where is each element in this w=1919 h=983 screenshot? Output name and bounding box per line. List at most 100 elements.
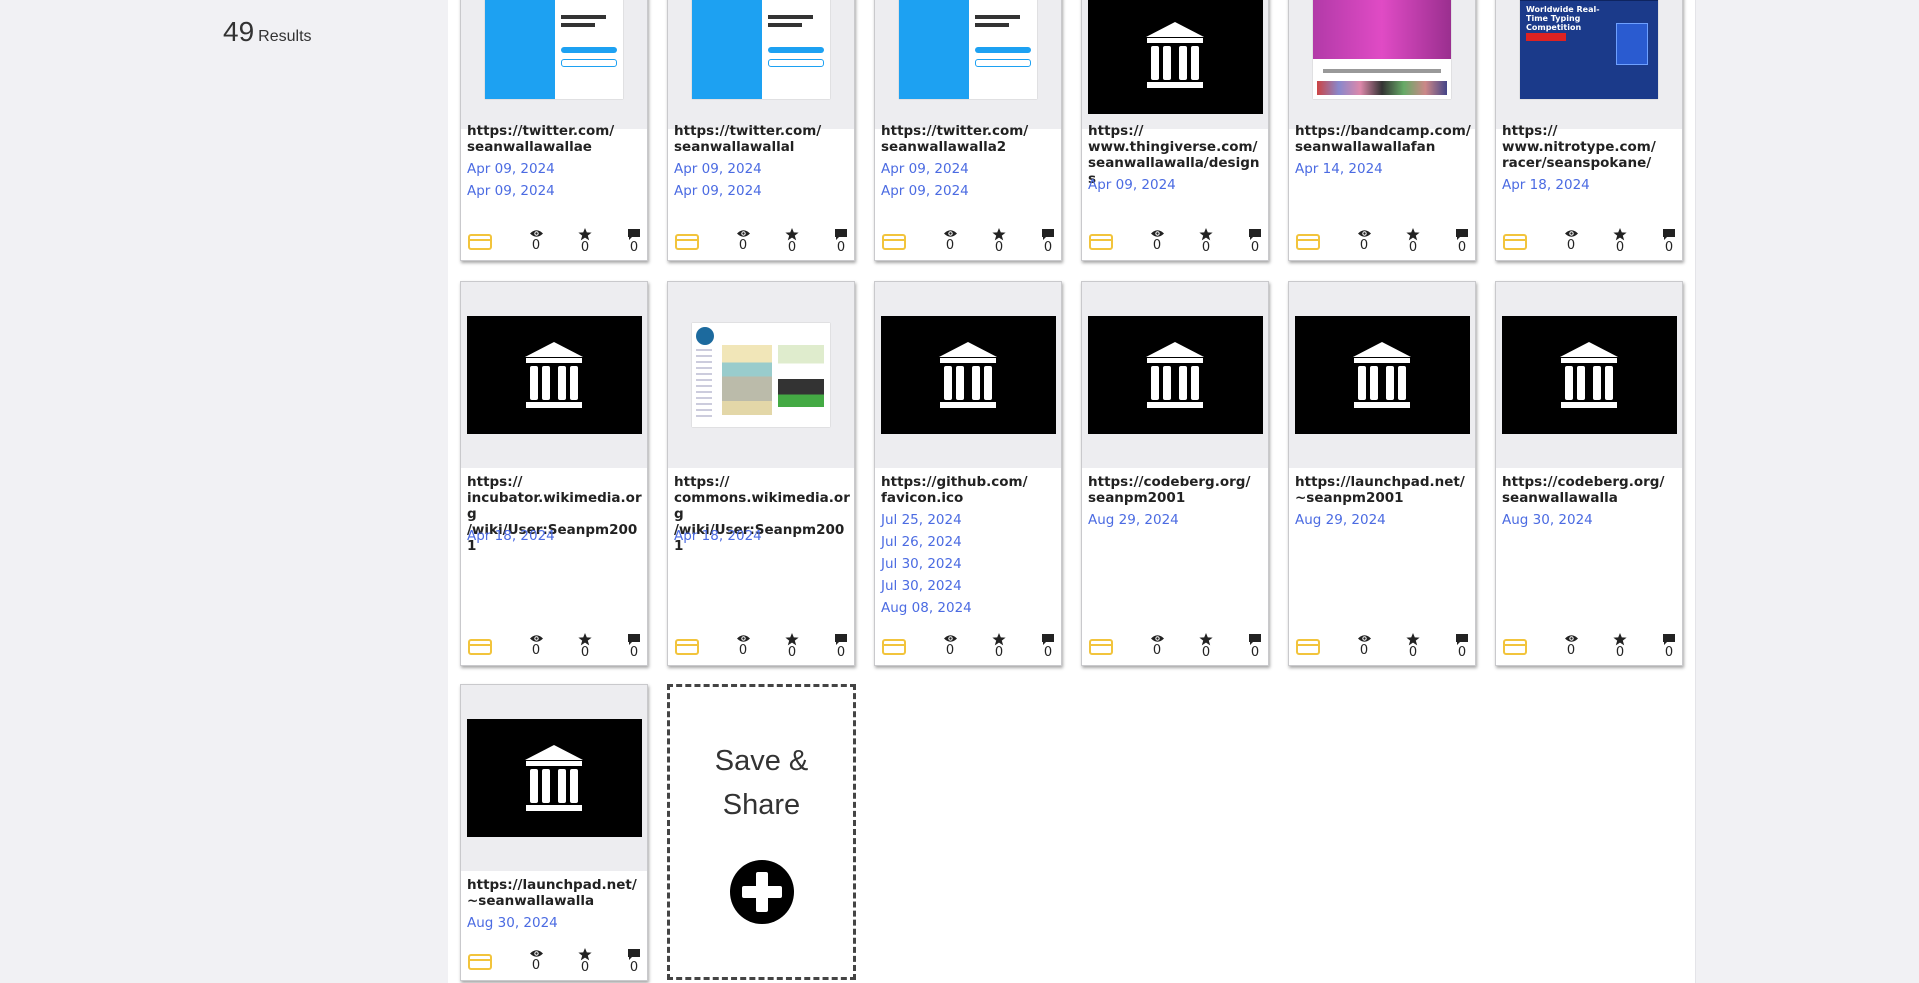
result-card[interactable]: https://www.thingiverse.com/seanwallawal… [1081, 0, 1269, 261]
card-thumbnail[interactable] [1082, 282, 1268, 468]
capture-date-link[interactable]: Apr 09, 2024 [881, 158, 1057, 180]
result-card[interactable]: Worldwide Real-Time Typing Competition h… [1495, 0, 1683, 261]
result-card[interactable]: https://twitter.com/seanwallawalla2 Apr 0… [874, 0, 1062, 261]
result-card[interactable]: https://twitter.com/seanwallawallae Apr 0… [460, 0, 648, 261]
views-stat: 0 [935, 228, 965, 253]
views-stat: 0 [521, 633, 551, 658]
capture-date-link[interactable]: Aug 30, 2024 [467, 912, 643, 934]
card-url[interactable]: https://launchpad.net/~seanwallawalla [467, 877, 643, 909]
capture-date-link[interactable]: Apr 18, 2024 [674, 525, 850, 547]
comments-count: 0 [629, 960, 639, 975]
stars-stat: 0 [1398, 228, 1428, 255]
views-stat: 0 [1556, 633, 1586, 658]
result-card[interactable]: https://bandcamp.com/seanwallawallafan Ap… [1288, 0, 1476, 261]
comments-stat: 0 [1033, 228, 1061, 255]
folder-icon[interactable] [468, 954, 492, 974]
stars-stat: 0 [570, 633, 600, 660]
card-thumbnail[interactable]: Worldwide Real-Time Typing Competition [1496, 0, 1682, 129]
capture-date-link[interactable]: Jul 30, 2024 [881, 553, 1057, 575]
folder-icon[interactable] [882, 639, 906, 659]
card-url[interactable]: https://codeberg.org/seanpm2001 [1088, 474, 1264, 506]
twitter-screenshot [692, 0, 830, 99]
capture-date-link[interactable]: Apr 09, 2024 [674, 158, 850, 180]
folder-icon[interactable] [468, 639, 492, 659]
stars-count: 0 [994, 645, 1004, 660]
folder-icon[interactable] [1503, 639, 1527, 659]
capture-date-link[interactable]: Jul 26, 2024 [881, 531, 1057, 553]
card-thumbnail[interactable] [461, 685, 647, 871]
card-thumbnail[interactable] [1289, 0, 1475, 129]
capture-date-link[interactable]: Aug 29, 2024 [1295, 509, 1471, 531]
result-card[interactable]: https://commons.wikimedia.org/wiki/User:… [667, 281, 855, 666]
card-thumbnail[interactable] [668, 0, 854, 129]
comments-stat: 0 [1447, 228, 1475, 255]
folder-icon[interactable] [1296, 639, 1320, 659]
folder-icon[interactable] [1296, 234, 1320, 254]
capture-date-link[interactable]: Apr 09, 2024 [1088, 174, 1264, 196]
capture-date-link[interactable]: Aug 08, 2024 [881, 597, 1057, 619]
card-thumbnail[interactable] [1082, 0, 1268, 129]
folder-icon[interactable] [1089, 234, 1113, 254]
views-count: 0 [1152, 238, 1162, 253]
folder-icon[interactable] [882, 234, 906, 254]
capture-date-link[interactable]: Apr 09, 2024 [881, 180, 1057, 202]
card-stats-bar: 0 0 0 [1289, 224, 1475, 260]
capture-date-link[interactable]: Apr 09, 2024 [674, 180, 850, 202]
result-card[interactable]: https://codeberg.org/seanpm2001 Aug 29, 2… [1081, 281, 1269, 666]
result-card[interactable]: https://github.com/favicon.ico Jul 25, 20… [874, 281, 1062, 666]
capture-date-link[interactable]: Apr 14, 2024 [1295, 158, 1471, 180]
views-stat: 0 [1556, 228, 1586, 253]
folder-icon[interactable] [1089, 639, 1113, 659]
card-url[interactable]: https://bandcamp.com/seanwallawallafan [1295, 123, 1471, 155]
stars-count: 0 [1201, 645, 1211, 660]
views-stat: 0 [728, 228, 758, 253]
card-thumbnail[interactable] [1496, 282, 1682, 468]
card-thumbnail[interactable] [875, 0, 1061, 129]
stars-count: 0 [787, 240, 797, 255]
capture-date-link[interactable]: Apr 18, 2024 [467, 525, 643, 547]
card-stats-bar: 0 0 0 [1496, 224, 1682, 260]
add-circle-icon[interactable] [729, 859, 795, 925]
stars-stat: 0 [570, 228, 600, 255]
folder-icon[interactable] [675, 234, 699, 254]
result-card[interactable]: https://incubator.wikimedia.org/wiki/Use… [460, 281, 648, 666]
card-url[interactable]: https://launchpad.net/~seanpm2001 [1295, 474, 1471, 506]
result-card[interactable]: https://twitter.com/seanwallawallal Apr 0… [667, 0, 855, 261]
card-url[interactable]: https://github.com/favicon.ico [881, 474, 1057, 506]
stars-count: 0 [580, 645, 590, 660]
card-url[interactable]: https://twitter.com/seanwallawallae [467, 123, 643, 155]
comments-count: 0 [1250, 645, 1260, 660]
stars-count: 0 [787, 645, 797, 660]
comments-stat: 0 [619, 948, 647, 975]
card-thumbnail[interactable] [875, 282, 1061, 468]
card-url[interactable]: https://codeberg.org/seanwallawalla [1502, 474, 1678, 506]
folder-icon[interactable] [468, 234, 492, 254]
result-card[interactable]: https://codeberg.org/seanwallawalla Aug 3… [1495, 281, 1683, 666]
card-url[interactable]: https://www.nitrotype.com/racer/seanspok… [1502, 123, 1678, 171]
capture-date-link[interactable]: Aug 30, 2024 [1502, 509, 1678, 531]
capture-date-link[interactable]: Aug 29, 2024 [1088, 509, 1264, 531]
folder-icon[interactable] [675, 639, 699, 659]
card-url[interactable]: https://twitter.com/seanwallawallal [674, 123, 850, 155]
capture-date-link[interactable]: Apr 09, 2024 [467, 158, 643, 180]
result-card[interactable]: https://launchpad.net/~seanpm2001 Aug 29,… [1288, 281, 1476, 666]
card-stats-bar: 0 0 0 [461, 944, 647, 980]
card-thumbnail[interactable] [461, 0, 647, 129]
card-thumbnail[interactable] [1289, 282, 1475, 468]
capture-date-link[interactable]: Apr 18, 2024 [1502, 174, 1678, 196]
capture-date-link[interactable]: Apr 09, 2024 [467, 180, 643, 202]
views-stat: 0 [521, 228, 551, 253]
card-capture-dates: Apr 14, 2024 [1295, 158, 1471, 180]
card-thumbnail[interactable] [668, 282, 854, 468]
card-url[interactable]: https://twitter.com/seanwallawalla2 [881, 123, 1057, 155]
result-card[interactable]: https://launchpad.net/~seanwallawalla Aug… [460, 684, 648, 981]
folder-icon[interactable] [1503, 234, 1527, 254]
stars-count: 0 [580, 240, 590, 255]
archive-placeholder-image [466, 316, 642, 434]
card-thumbnail[interactable] [461, 282, 647, 468]
card-stats-bar: 0 0 0 [668, 629, 854, 665]
save-share-card[interactable]: Save & Share [667, 684, 856, 980]
views-stat: 0 [521, 948, 551, 973]
capture-date-link[interactable]: Jul 30, 2024 [881, 575, 1057, 597]
capture-date-link[interactable]: Jul 25, 2024 [881, 509, 1057, 531]
